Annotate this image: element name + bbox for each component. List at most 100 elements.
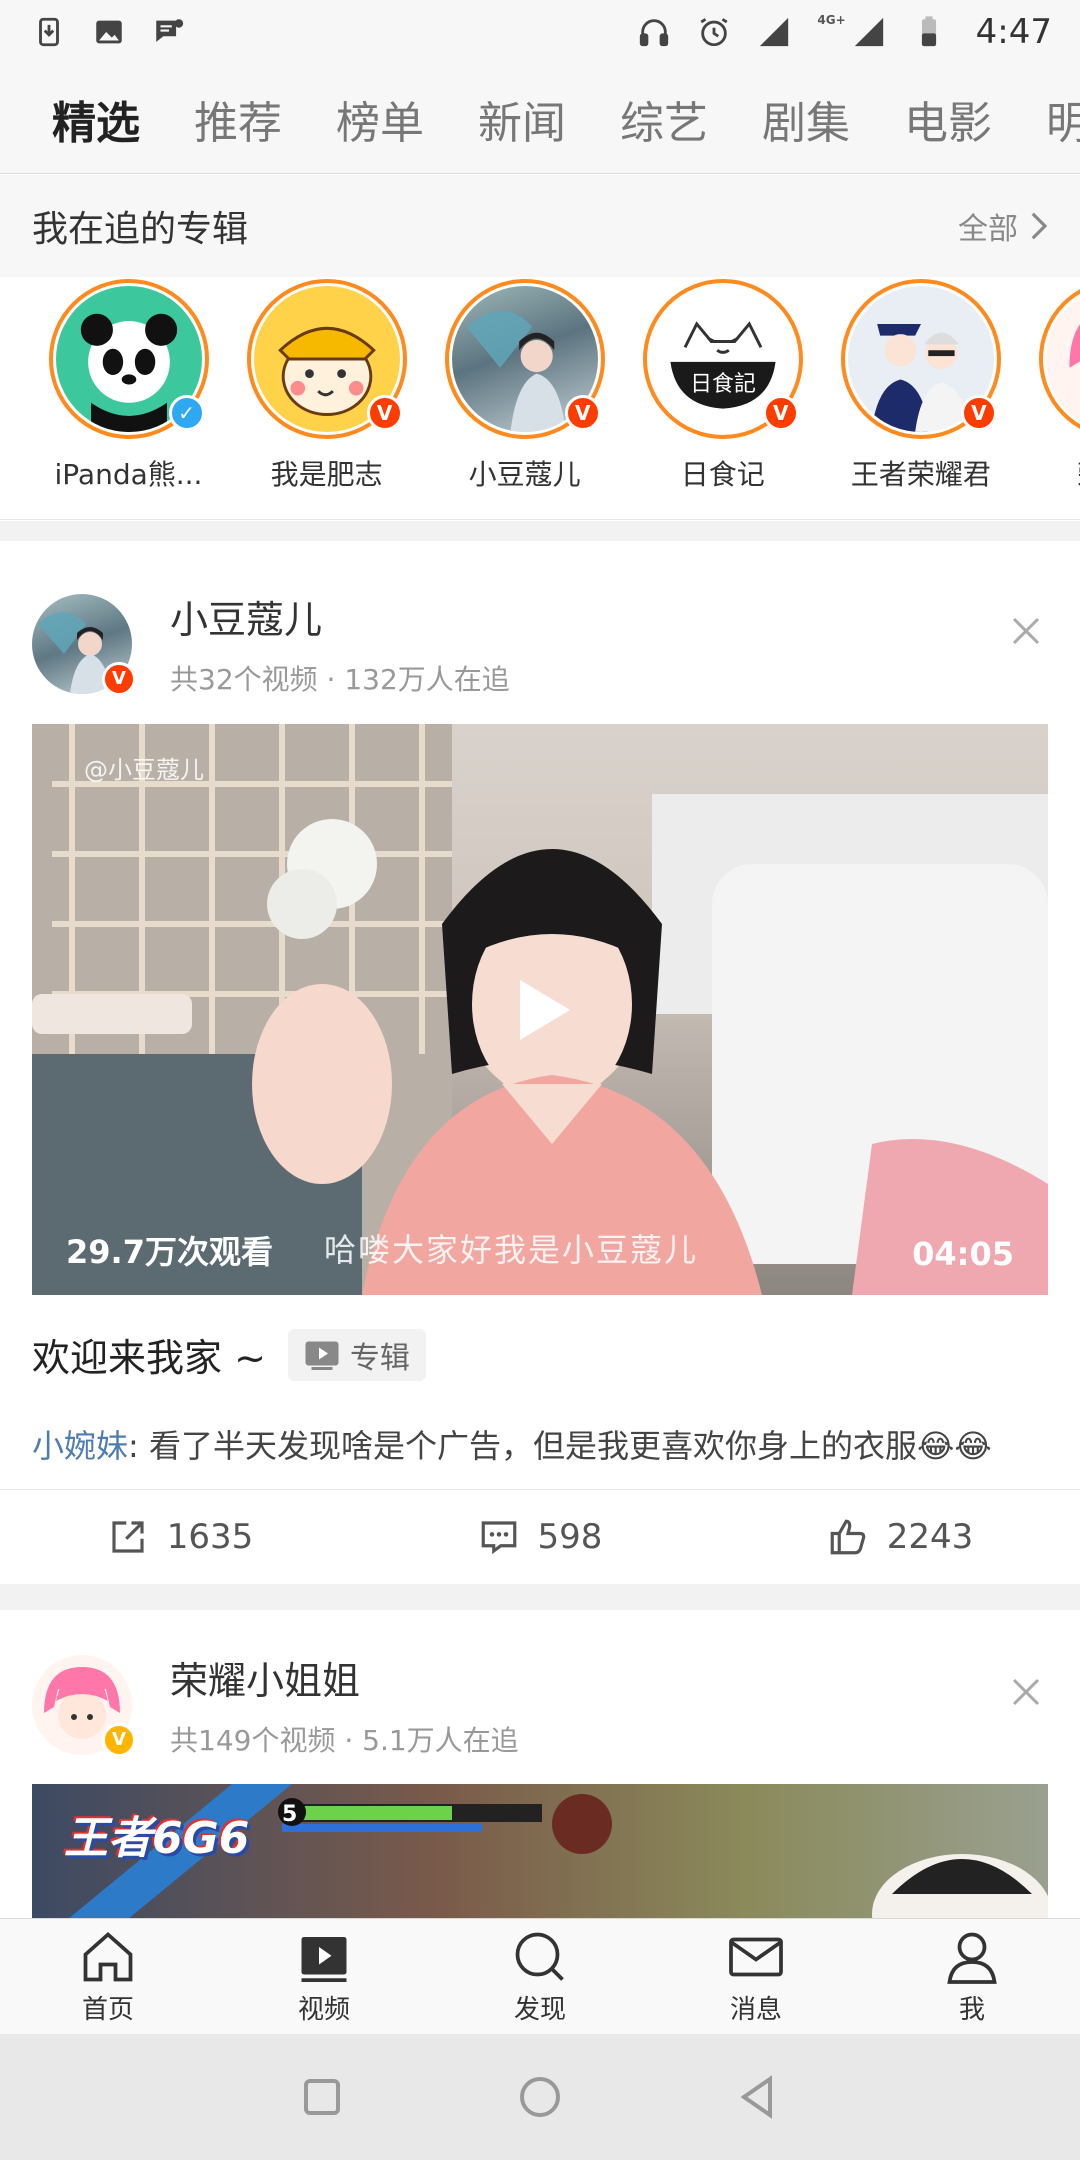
home-icon xyxy=(83,1931,133,1982)
clock: 4:47 xyxy=(975,12,1052,52)
user-name: 荣耀小姐姐 xyxy=(170,1659,361,1703)
status-bar: 4G+ 4:47 xyxy=(0,0,1080,64)
card-user-row[interactable]: V 小豆蔻儿 共32个视频 · 132万人在追 xyxy=(32,589,510,698)
play-icon[interactable] xyxy=(500,970,580,1050)
user-meta: 共32个视频 · 132万人在追 xyxy=(170,663,510,696)
comment-count: 598 xyxy=(537,1516,603,1557)
following-item-rongyao[interactable]: V 荣耀小 xyxy=(1022,279,1080,493)
nav-discover[interactable]: 发现 xyxy=(432,1919,648,2034)
tab-zongyi[interactable]: 综艺 xyxy=(620,87,708,151)
feed-card: V 荣耀小姐姐 共149个视频 · 5.1万人在追 王者6G6 5 xyxy=(0,1610,1080,1918)
nav-messages[interactable]: 消息 xyxy=(648,1919,864,2034)
following-header: 我在追的专辑 全部 xyxy=(0,175,1080,277)
bottom-tab-bar: 首页 视频 发现 消息 我 xyxy=(0,1918,1080,2034)
message-icon xyxy=(156,19,184,42)
share-icon xyxy=(112,1520,144,1553)
video-player[interactable]: @小豆蔻儿 29.7万次观看 哈喽大家好我是小豆蔻儿 04:05 xyxy=(32,724,1048,1295)
game-level: 5 xyxy=(282,1802,298,1827)
album-tag[interactable]: 专辑 xyxy=(287,1328,426,1381)
nav-video[interactable]: 视频 xyxy=(216,1919,432,2034)
video-duration: 04:05 xyxy=(912,1235,1014,1273)
avatar: V xyxy=(32,1654,136,1757)
following-list: ✓ iPanda熊... V 我是肥志 V 小豆蔻儿 日食記 V 日食记 V 王… xyxy=(0,277,1080,520)
pink-hair-girl-icon xyxy=(1069,324,1080,368)
back-icon[interactable] xyxy=(734,2073,782,2121)
alarm-icon xyxy=(700,18,728,47)
close-icon[interactable] xyxy=(1008,1674,1044,1710)
following-item-ipanda[interactable]: ✓ iPanda熊... xyxy=(32,279,225,493)
tab-dianying[interactable]: 电影 xyxy=(904,87,992,151)
game-logo-text: 王者6G6 xyxy=(64,1813,250,1864)
following-item-xiaodoukou[interactable]: V 小豆蔻儿 xyxy=(428,279,621,493)
avatar: V xyxy=(32,593,136,696)
tab-xinwen[interactable]: 新闻 xyxy=(478,87,566,151)
nav-home[interactable]: 首页 xyxy=(0,1919,216,2034)
action-bar: 1635 598 2243 xyxy=(0,1489,1080,1583)
headphones-icon xyxy=(640,19,669,47)
nav-profile[interactable]: 我 xyxy=(864,1919,1080,2034)
status-bar-system: 4G+ 4:47 xyxy=(637,12,1052,52)
following-item-wangzhe[interactable]: V 王者荣耀君 xyxy=(824,279,1017,493)
section-divider xyxy=(0,1584,1080,1610)
video-player[interactable]: 王者6G6 5 xyxy=(32,1784,1048,1918)
following-item-rishiji[interactable]: 日食記 V 日食记 xyxy=(626,279,819,493)
message-icon xyxy=(729,1937,783,1977)
image-icon xyxy=(96,20,122,44)
video-subtitle: 哈喽大家好我是小豆蔻儿 xyxy=(324,1231,699,1269)
system-nav-bar xyxy=(0,2034,1080,2160)
tab-jingxuan[interactable]: 精选 xyxy=(52,87,140,173)
share-count: 1635 xyxy=(166,1516,254,1557)
avatar: 日食記 V xyxy=(642,279,803,439)
verified-badge: V xyxy=(762,395,799,431)
signal-icon xyxy=(760,17,789,47)
post-title[interactable]: 欢迎来我家 ~ xyxy=(32,1327,266,1382)
channel-tabs: 精选 推荐 榜单 新闻 综艺 剧集 电影 明 xyxy=(0,64,1080,174)
tab-juji[interactable]: 剧集 xyxy=(762,87,850,151)
view-count: 29.7万次观看 xyxy=(66,1233,273,1271)
video-watermark: @小豆蔻儿 xyxy=(84,756,204,784)
comment-icon xyxy=(481,1520,516,1554)
video-album-icon xyxy=(305,1341,339,1370)
verified-badge: ✓ xyxy=(168,395,205,431)
following-item-feizhi[interactable]: V 我是肥志 xyxy=(230,279,423,493)
download-icon xyxy=(39,17,59,47)
verified-badge: V xyxy=(102,1722,136,1757)
signal-icon xyxy=(854,17,883,47)
avatar: V xyxy=(840,279,1001,439)
video-icon xyxy=(301,1937,347,1982)
album-tag-label: 专辑 xyxy=(349,1340,410,1376)
view-all-label: 全部 xyxy=(958,212,1018,247)
following-name: 小豆蔻儿 xyxy=(468,458,581,491)
svg-text:日食記: 日食記 xyxy=(690,372,756,397)
post-title-row: 欢迎来我家 ~ 专辑 xyxy=(32,1327,426,1382)
tab-bangdan[interactable]: 榜单 xyxy=(336,87,424,151)
following-name: iPanda熊... xyxy=(54,458,203,491)
close-icon[interactable] xyxy=(1008,613,1044,649)
avatar: V xyxy=(246,279,407,439)
tab-ming[interactable]: 明 xyxy=(1046,87,1080,151)
share-button[interactable]: 1635 xyxy=(0,1490,360,1583)
profile-icon xyxy=(947,1932,997,1984)
nav-messages-label: 消息 xyxy=(729,1995,782,2025)
comment-user[interactable]: 小婉妹 xyxy=(32,1427,128,1465)
following-name: 日食记 xyxy=(680,458,765,491)
like-button[interactable]: 2243 xyxy=(720,1490,1080,1583)
tab-tuijian[interactable]: 推荐 xyxy=(194,87,282,151)
top-comment[interactable]: 小婉妹: 看了半天发现啥是个广告，但是我更喜欢你身上的衣服😂😂 xyxy=(32,1421,1048,1467)
comment-text: : 看了半天发现啥是个广告，但是我更喜欢你身上的衣服😂😂 xyxy=(128,1427,992,1465)
verified-badge: V xyxy=(366,395,403,431)
following-name: 我是肥志 xyxy=(270,458,383,491)
discover-icon xyxy=(515,1932,564,1981)
user-name: 小豆蔻儿 xyxy=(170,598,323,642)
home-button-icon[interactable] xyxy=(516,2073,564,2121)
status-bar-notifications xyxy=(32,15,186,49)
recent-apps-icon[interactable] xyxy=(298,2073,346,2121)
following-name: 荣耀小 xyxy=(1022,453,1080,493)
view-all-button[interactable]: 全部 xyxy=(958,204,1048,248)
card-user-row[interactable]: V 荣耀小姐姐 共149个视频 · 5.1万人在追 xyxy=(32,1650,519,1759)
verified-badge: V xyxy=(960,395,997,431)
verified-badge: V xyxy=(564,395,601,431)
avatar: V xyxy=(1038,279,1080,439)
user-meta: 共149个视频 · 5.1万人在追 xyxy=(170,1724,519,1757)
comment-button[interactable]: 598 xyxy=(360,1490,720,1583)
